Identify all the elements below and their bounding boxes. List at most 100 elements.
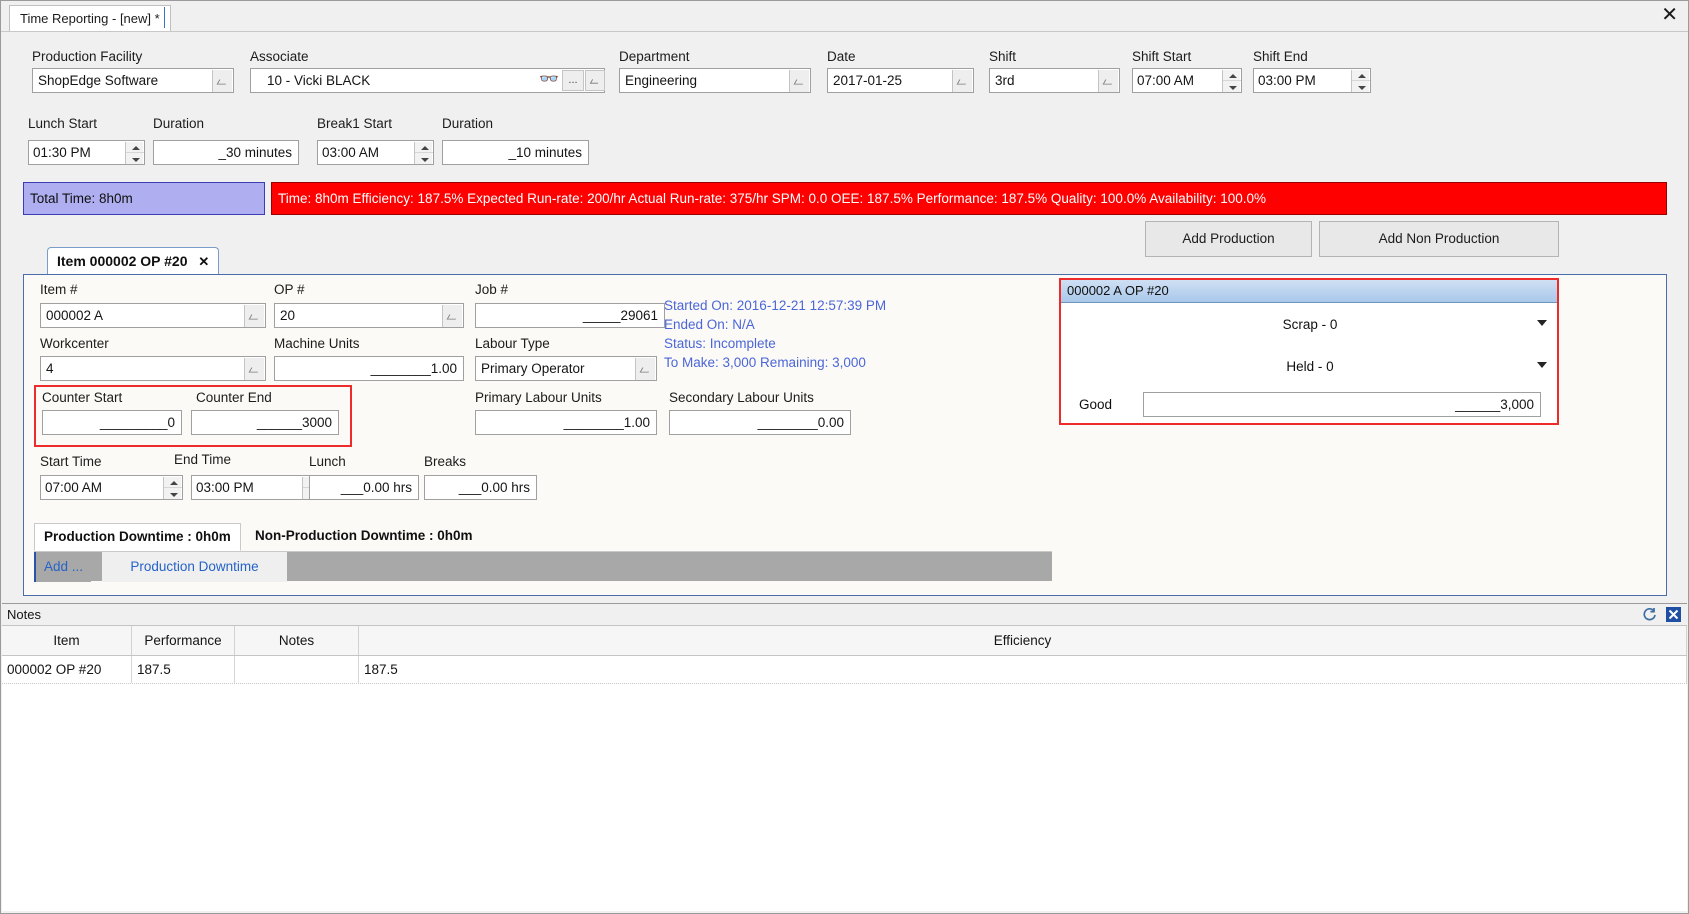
start-time-value: 07:00 AM (45, 480, 103, 495)
primary-labour-units-input[interactable]: ________1.00 (475, 410, 657, 435)
chevron-down-icon[interactable] (1537, 362, 1547, 368)
add-non-production-label: Add Non Production (1378, 231, 1500, 246)
breaks-label: Breaks (424, 454, 467, 469)
associate-dropdown-icon[interactable] (585, 70, 605, 91)
lunch-duration-label: Duration (153, 116, 205, 131)
op-no-combo[interactable]: 20 (274, 303, 464, 328)
job-no-value: _____29061 (582, 308, 658, 323)
item-no-value: 000002 A (46, 308, 104, 323)
shift-label: Shift (989, 49, 1017, 64)
chevron-down-icon[interactable] (1537, 320, 1547, 326)
cell-item: 000002 OP #20 (2, 656, 132, 683)
shift-end-input[interactable]: 03:00 PM (1253, 68, 1371, 93)
break1-start-input[interactable]: 03:00 AM (317, 140, 434, 165)
tab-production-downtime[interactable]: Production Downtime : 0h0m (34, 523, 241, 551)
primary-labour-units-label: Primary Labour Units (475, 390, 602, 405)
add-downtime-button[interactable]: Add ... (34, 552, 92, 582)
lunch-start-input[interactable]: 01:30 PM (28, 140, 145, 165)
tab-non-production-downtime-label: Non-Production Downtime : 0h0m (255, 528, 473, 543)
lunch-duration-input[interactable]: _30 minutes (153, 140, 299, 165)
op-no-label: OP # (274, 282, 305, 297)
add-downtime-label: Add ... (44, 559, 84, 574)
downtime-breadcrumb[interactable]: Production Downtime (102, 552, 287, 582)
item-tabstrip: Item 000002 OP #20 ✕ (23, 247, 1667, 275)
column-header-efficiency[interactable]: Efficiency (359, 626, 1687, 655)
start-time-stepper[interactable] (163, 477, 182, 499)
counter-end-input[interactable]: ______3000 (191, 410, 339, 435)
good-value: ______3,000 (1455, 397, 1534, 412)
chevron-down-icon[interactable] (212, 70, 232, 92)
tab-item-000002-op20[interactable]: Item 000002 OP #20 ✕ (47, 247, 220, 275)
chevron-down-icon[interactable] (244, 305, 264, 327)
held-dropdown[interactable]: Held - 0 (1063, 356, 1557, 378)
start-time-input[interactable]: 07:00 AM (40, 475, 183, 500)
chevron-down-icon[interactable] (1098, 70, 1118, 92)
notes-panel-title: Notes (7, 607, 41, 622)
department-value: Engineering (625, 73, 698, 88)
close-icon[interactable]: ✕ (1661, 4, 1678, 24)
column-header-item[interactable]: Item (2, 626, 132, 655)
breaks-input[interactable]: ___0.00 hrs (424, 475, 537, 500)
good-input[interactable]: ______3,000 (1143, 392, 1541, 417)
production-quantities-card: 000002 A OP #20 Scrap - 0 Held - 0 Good … (1059, 278, 1559, 425)
job-no-input[interactable]: _____29061 (475, 303, 665, 328)
associate-browse-button[interactable]: ... (562, 70, 584, 91)
binoculars-icon[interactable]: 👓 (538, 70, 560, 91)
start-time-label: Start Time (40, 454, 102, 469)
add-production-label: Add Production (1182, 231, 1275, 246)
calendar-chevron-icon[interactable] (952, 70, 972, 92)
secondary-labour-units-input[interactable]: ________0.00 (669, 410, 851, 435)
chevron-down-icon[interactable] (635, 358, 655, 380)
document-tab-time-reporting[interactable]: Time Reporting - [new] * (9, 5, 171, 31)
tab-non-production-downtime[interactable]: Non-Production Downtime : 0h0m (246, 523, 482, 551)
scrap-dropdown[interactable]: Scrap - 0 (1063, 314, 1557, 336)
shift-start-input[interactable]: 07:00 AM (1132, 68, 1242, 93)
break1-duration-label: Duration (442, 116, 494, 131)
refresh-icon[interactable] (1641, 606, 1658, 623)
labour-type-combo[interactable]: Primary Operator (475, 356, 657, 381)
machine-units-input[interactable]: ________1.00 (274, 356, 464, 381)
close-icon[interactable]: ✕ (198, 254, 209, 269)
lunch-value: ___0.00 hrs (340, 480, 412, 495)
shift-start-value: 07:00 AM (1137, 73, 1195, 88)
break1-start-label: Break1 Start (317, 116, 393, 131)
downtime-toolbar: Add ... Production Downtime (34, 551, 1052, 582)
lunch-input[interactable]: ___0.00 hrs (309, 475, 419, 500)
table-row[interactable]: 000002 OP #20 187.5 187.5 (2, 656, 1687, 684)
chevron-down-icon[interactable] (442, 305, 462, 327)
chevron-down-icon[interactable] (789, 70, 809, 92)
workcenter-value: 4 (46, 361, 54, 376)
notes-grid: Item Performance Notes Efficiency 000002… (2, 626, 1687, 684)
held-label: Held - 0 (1286, 359, 1334, 374)
lunch-start-value: 01:30 PM (33, 145, 91, 160)
notes-panel: Notes Item Performance Notes Efficiency … (2, 603, 1687, 911)
workcenter-label: Workcenter (40, 336, 109, 351)
metrics-status-bar: Time: 8h0m Efficiency: 187.5% Expected R… (271, 182, 1667, 215)
end-time-input[interactable]: 03:00 PM (191, 475, 322, 500)
lunch-start-stepper[interactable] (125, 142, 144, 164)
associate-label: Associate (250, 49, 309, 64)
job-no-label: Job # (475, 282, 509, 297)
column-header-notes[interactable]: Notes (235, 626, 359, 655)
column-header-performance[interactable]: Performance (132, 626, 235, 655)
workcenter-combo[interactable]: 4 (40, 356, 266, 381)
window-titlebar: Time Reporting - [new] * ✕ (1, 1, 1688, 32)
break1-start-stepper[interactable] (414, 142, 433, 164)
production-facility-combo[interactable]: ShopEdge Software (32, 68, 234, 93)
counter-end-label: Counter End (196, 390, 272, 405)
shift-start-stepper[interactable] (1222, 70, 1241, 92)
department-combo[interactable]: Engineering (619, 68, 811, 93)
break1-duration-input[interactable]: _10 minutes (442, 140, 589, 165)
counter-start-input[interactable]: _________0 (42, 410, 182, 435)
production-card-header: 000002 A OP #20 (1061, 280, 1557, 303)
shift-end-stepper[interactable] (1351, 70, 1370, 92)
item-no-combo[interactable]: 000002 A (40, 303, 266, 328)
chevron-down-icon[interactable] (244, 358, 264, 380)
item-no-label: Item # (40, 282, 78, 297)
date-picker[interactable]: 2017-01-25 (827, 68, 974, 93)
lunch-duration-value: _30 minutes (218, 145, 292, 160)
breaks-value: ___0.00 hrs (458, 480, 530, 495)
shift-combo[interactable]: 3rd (989, 68, 1120, 93)
close-panel-icon[interactable] (1665, 606, 1682, 623)
counter-start-value: _________0 (99, 415, 175, 430)
